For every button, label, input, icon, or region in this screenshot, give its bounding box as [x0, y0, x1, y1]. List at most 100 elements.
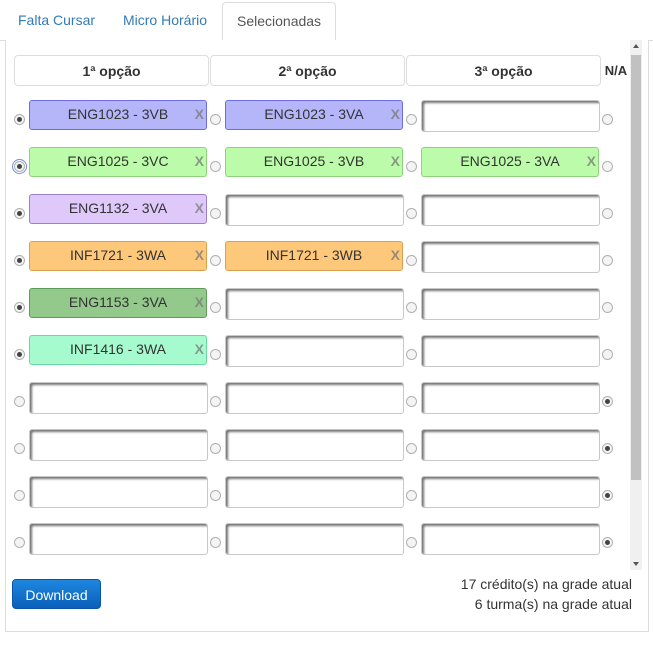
class-chip[interactable]: ENG1132 - 3VA X	[29, 194, 207, 224]
remove-class-icon[interactable]: X	[195, 101, 204, 127]
empty-option-slot[interactable]	[421, 523, 600, 555]
option-row: ENG1132 - 3VA X	[12, 194, 634, 234]
empty-option-slot[interactable]	[421, 241, 600, 273]
option-radio-1[interactable]	[14, 208, 25, 219]
vertical-scrollbar[interactable]	[630, 40, 642, 570]
empty-option-slot[interactable]	[421, 335, 600, 367]
option-radio-3[interactable]	[406, 208, 417, 219]
scroll-up-icon[interactable]	[633, 44, 639, 48]
empty-option-slot[interactable]	[225, 288, 404, 320]
empty-option-slot[interactable]	[225, 429, 404, 461]
download-button[interactable]: Download	[12, 579, 101, 609]
empty-option-slot[interactable]	[225, 476, 404, 508]
na-radio[interactable]	[602, 537, 613, 548]
option-radio-2[interactable]	[210, 255, 221, 266]
empty-option-slot[interactable]	[421, 194, 600, 226]
class-chip[interactable]: ENG1023 - 3VB X	[29, 100, 207, 130]
tab-bar: Falta Cursar Micro Horário Selecionadas	[0, 0, 653, 42]
header-option-2: 2ª opção	[210, 55, 405, 86]
option-radio-3[interactable]	[406, 490, 417, 501]
option-radio-1[interactable]	[14, 537, 25, 548]
class-chip[interactable]: ENG1025 - 3VA X	[421, 147, 599, 177]
option-radio-1[interactable]	[12, 159, 27, 174]
empty-option-slot[interactable]	[225, 523, 404, 555]
na-radio[interactable]	[602, 161, 613, 172]
option-radio-3[interactable]	[406, 537, 417, 548]
empty-option-slot[interactable]	[421, 382, 600, 414]
remove-class-icon[interactable]: X	[195, 242, 204, 268]
na-radio[interactable]	[602, 114, 613, 125]
na-radio[interactable]	[602, 302, 613, 313]
option-row	[12, 476, 634, 516]
na-radio[interactable]	[602, 396, 613, 407]
option-radio-1[interactable]	[14, 255, 25, 266]
scrollbar-thumb[interactable]	[631, 55, 641, 480]
na-radio[interactable]	[602, 349, 613, 360]
class-chip[interactable]: INF1721 - 3WA X	[29, 241, 207, 271]
class-chip[interactable]: ENG1023 - 3VA X	[225, 100, 403, 130]
class-chip-label: ENG1025 - 3VC	[67, 153, 169, 169]
remove-class-icon[interactable]: X	[391, 242, 400, 268]
na-radio[interactable]	[602, 255, 613, 266]
empty-option-slot[interactable]	[29, 523, 208, 555]
empty-option-slot[interactable]	[225, 382, 404, 414]
remove-class-icon[interactable]: X	[195, 148, 204, 174]
empty-option-slot[interactable]	[29, 476, 208, 508]
class-chip[interactable]: ENG1025 - 3VC X	[29, 147, 207, 177]
option-radio-3[interactable]	[406, 161, 417, 172]
class-chip[interactable]: INF1721 - 3WB X	[225, 241, 403, 271]
option-radio-1[interactable]	[14, 490, 25, 501]
option-radio-2[interactable]	[210, 537, 221, 548]
remove-class-icon[interactable]: X	[391, 148, 400, 174]
remove-class-icon[interactable]: X	[195, 289, 204, 315]
scroll-down-icon[interactable]	[633, 562, 639, 566]
option-radio-3[interactable]	[406, 396, 417, 407]
empty-option-slot[interactable]	[421, 288, 600, 320]
remove-class-icon[interactable]: X	[391, 101, 400, 127]
option-radio-2[interactable]	[210, 490, 221, 501]
option-radio-1[interactable]	[14, 349, 25, 360]
remove-class-icon[interactable]: X	[195, 336, 204, 362]
option-radio-1[interactable]	[14, 396, 25, 407]
remove-class-icon[interactable]: X	[587, 148, 596, 174]
option-radio-3[interactable]	[406, 114, 417, 125]
na-radio[interactable]	[602, 208, 613, 219]
option-row: INF1721 - 3WA X INF1721 - 3WB X	[12, 241, 634, 281]
empty-option-slot[interactable]	[421, 100, 600, 132]
empty-option-slot[interactable]	[225, 194, 404, 226]
option-radio-2[interactable]	[210, 114, 221, 125]
option-radio-3[interactable]	[406, 443, 417, 454]
na-radio[interactable]	[602, 490, 613, 501]
empty-option-slot[interactable]	[421, 429, 600, 461]
option-radio-1[interactable]	[14, 443, 25, 454]
empty-option-slot[interactable]	[29, 382, 208, 414]
empty-option-slot[interactable]	[225, 335, 404, 367]
option-radio-3[interactable]	[406, 302, 417, 313]
classes-count: 6 turma(s) na grade atual	[474, 596, 632, 612]
option-radio-2[interactable]	[210, 349, 221, 360]
class-chip-label: ENG1153 - 3VA	[68, 294, 168, 310]
class-chip[interactable]: ENG1025 - 3VB X	[225, 147, 403, 177]
option-radio-1[interactable]	[14, 302, 25, 313]
option-radio-2[interactable]	[210, 396, 221, 407]
tab-falta-cursar[interactable]: Falta Cursar	[4, 2, 109, 39]
credits-count: 17 crédito(s) na grade atual	[460, 576, 632, 592]
option-radio-2[interactable]	[210, 161, 221, 172]
option-radio-2[interactable]	[210, 208, 221, 219]
class-chip-label: INF1416 - 3WA	[70, 341, 166, 357]
option-radio-3[interactable]	[406, 255, 417, 266]
remove-class-icon[interactable]: X	[195, 195, 204, 221]
option-row	[12, 429, 634, 469]
option-radio-3[interactable]	[406, 349, 417, 360]
option-row: ENG1025 - 3VC X ENG1025 - 3VB X ENG1025 - 3V…	[12, 147, 634, 187]
option-radio-2[interactable]	[210, 443, 221, 454]
empty-option-slot[interactable]	[29, 429, 208, 461]
class-chip[interactable]: ENG1153 - 3VA X	[29, 288, 207, 318]
option-radio-2[interactable]	[210, 302, 221, 313]
tab-micro-horario[interactable]: Micro Horário	[109, 2, 221, 39]
class-chip[interactable]: INF1416 - 3WA X	[29, 335, 207, 365]
tab-selecionadas[interactable]: Selecionadas	[222, 2, 337, 42]
option-radio-1[interactable]	[14, 114, 25, 125]
empty-option-slot[interactable]	[421, 476, 600, 508]
na-radio[interactable]	[602, 443, 613, 454]
